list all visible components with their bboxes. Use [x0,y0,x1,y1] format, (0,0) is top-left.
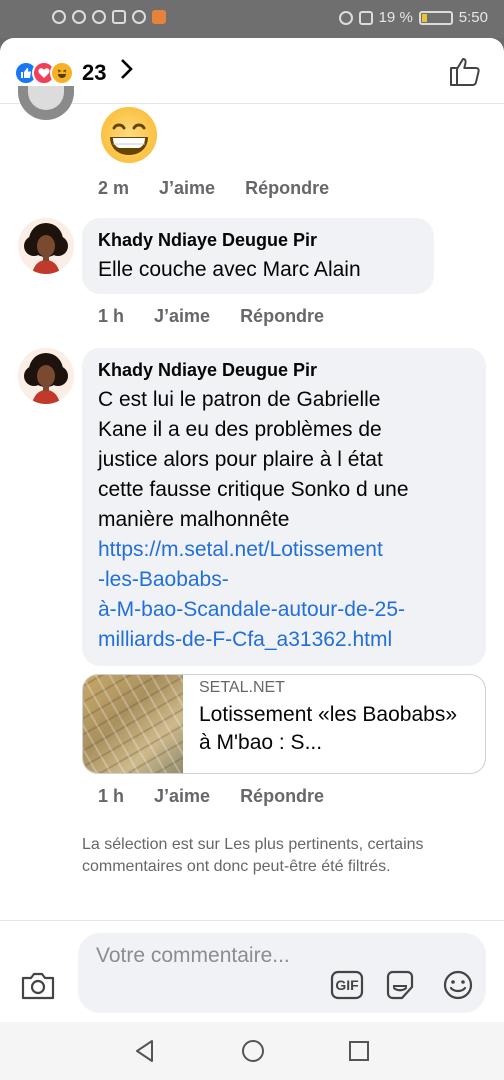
haha-reaction-icon [50,60,74,85]
reply-button[interactable]: Répondre [240,306,324,327]
comment-text-line: cette fausse critique Sonko d une [98,478,409,501]
filter-note: La sélection est sur Les plus pertinents… [82,836,424,875]
comment-author[interactable]: Khady Ndiaye Deugue Pir [98,230,418,251]
comment-text: C est lui le patron de Gabrielle Kane il… [98,385,470,655]
comment-input-placeholder: Votre commentaire... [96,944,290,967]
avatar[interactable] [18,348,74,404]
comment-text-line: justice alors pour plaire à l état [98,448,383,471]
back-triangle-icon [136,1040,153,1062]
comment-author[interactable]: Khady Ndiaye Deugue Pir [98,360,470,381]
comment-time: 2 m [98,178,130,198]
sticker-icon [386,970,414,1000]
reply-button[interactable]: Répondre [245,178,329,199]
gif-label: GIF [335,977,359,993]
comment-time: 1 h [98,786,125,806]
clock: 5:50 [458,9,488,26]
avatar-illustration [18,348,74,404]
comment-actions: 2 m J’aime Répondre [98,178,329,199]
avatar[interactable] [18,86,74,120]
alarm-icon [338,10,353,25]
comment-bubble[interactable]: Khady Ndiaye Deugue Pir C est lui le pat… [82,348,486,666]
camera-button[interactable] [20,969,56,1001]
battery-icon [418,10,453,25]
sticker-button[interactable] [384,969,416,1001]
link-preview-domain: SETAL.NET [199,679,285,696]
like-comment-button[interactable]: J’aime [154,786,210,807]
comment-text-line: C est lui le patron de Gabrielle [98,388,381,411]
battery-percent: 19 % [378,9,413,26]
back-button[interactable] [132,1038,158,1064]
like-post-button[interactable] [448,54,484,88]
status-icons-left [52,10,166,24]
chevron-right-icon [120,58,134,87]
reactions-header: 23 [0,38,504,104]
thumbs-up-outline-icon [450,58,480,86]
home-circle-icon [242,1040,264,1062]
comment-actions: 1 h J’aime Répondre [98,306,324,327]
comment-text: Elle couche avec Marc Alain [98,258,361,281]
grinning-emoji-icon [100,106,158,164]
instagram-icon [112,10,126,24]
recents-button[interactable] [346,1038,372,1064]
comment-bubble[interactable]: Khady Ndiaye Deugue Pir Elle couche avec… [82,218,434,294]
avatar[interactable] [18,218,74,274]
comment-composer: Votre commentaire... GIF [0,920,504,1022]
gif-button[interactable]: GIF [330,969,364,1001]
smiley-icon [443,970,473,1000]
phone-icon [132,10,146,24]
like-comment-button[interactable]: J’aime [159,178,215,199]
comment-link[interactable]: https://m.setal.net/Lotissement -les-Bao… [98,535,470,655]
comment-actions: 1 h J’aime Répondre [98,786,324,807]
mail-icon [152,10,166,24]
status-icons-right: 19 % 5:50 [338,9,488,26]
link-preview-title: Lotissement «les Baobabs» à M'bao : S... [199,703,457,754]
comment-time: 1 h [98,306,125,326]
reaction-count: 23 [82,59,107,85]
reply-button[interactable]: Répondre [240,786,324,807]
link-line: https://m.setal.net/Lotissement [98,538,383,561]
link-line: milliards-de-F-Cfa_a31362.html [98,628,393,651]
link-line: à-M-bao-Scandale-autour-de-25- [98,598,405,621]
messenger-icon [92,10,106,24]
reactions-summary[interactable]: 23 [14,58,134,87]
link-line: -les-Baobabs- [98,568,229,591]
comment-input[interactable]: Votre commentaire... GIF [78,933,486,1013]
comments-sheet: 23 2 m J’aime Répondre Khady Ndiaye Deug… [0,38,504,1080]
like-comment-button[interactable]: J’aime [154,306,210,327]
wifi-icon [72,10,86,24]
camera-icon [21,972,55,1000]
status-bar: 19 % 5:50 [0,0,504,38]
vibrate-icon [358,10,373,25]
signal-icon [52,10,66,24]
comment-text-line: manière malhonnête [98,508,290,531]
system-navigation-bar [0,1022,504,1080]
recents-square-icon [349,1041,369,1061]
home-button[interactable] [240,1038,266,1064]
emoji-button[interactable] [442,969,474,1001]
avatar-illustration [18,218,74,274]
comment-text-line: Kane il a eu des problèmes de [98,418,382,441]
link-preview-card[interactable]: SETAL.NET Lotissement «les Baobabs» à M'… [82,674,486,774]
link-preview-thumbnail [83,675,183,773]
